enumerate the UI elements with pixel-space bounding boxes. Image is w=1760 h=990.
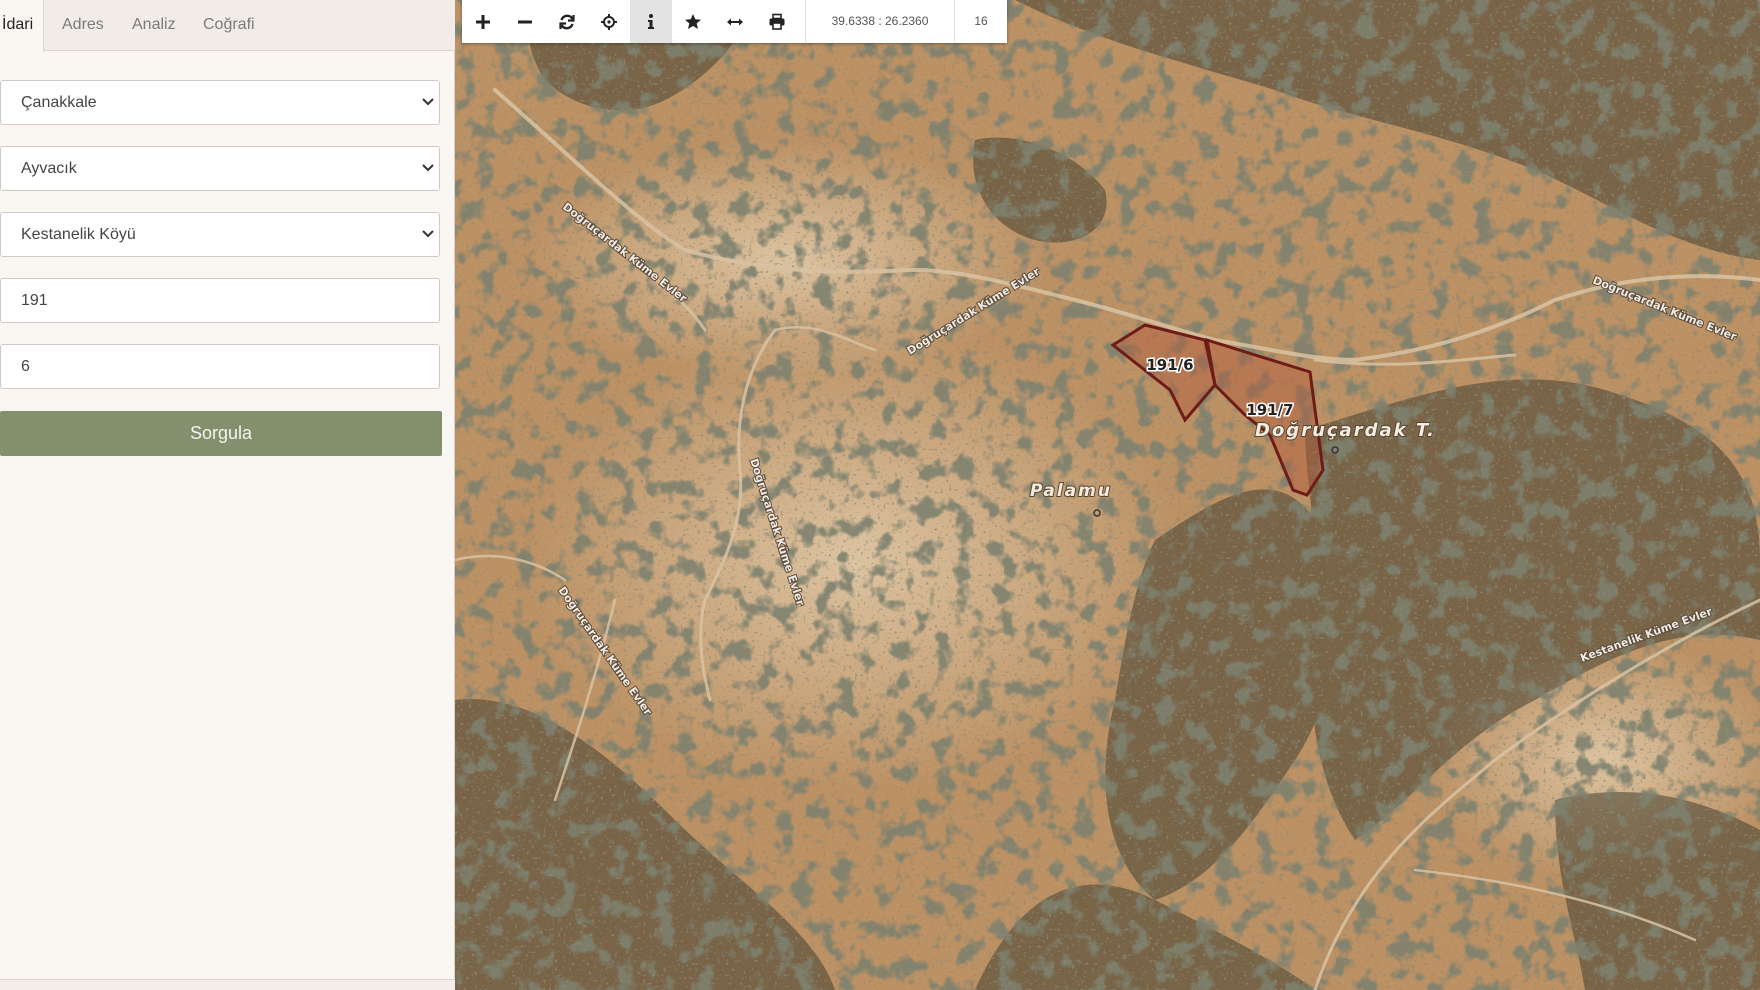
info-button[interactable]	[630, 0, 672, 43]
bookmark-button[interactable]	[672, 0, 714, 43]
query-button[interactable]: Sorgula	[0, 411, 442, 456]
peak-label: Doğruçardak T.	[1255, 420, 1436, 441]
tab-cografi[interactable]: Coğrafi	[203, 0, 255, 51]
place-label: Palamu	[1030, 481, 1112, 501]
star-icon	[685, 13, 701, 29]
chevron-down-icon	[422, 98, 434, 106]
chevron-down-icon	[422, 164, 434, 172]
print-button[interactable]	[756, 0, 798, 43]
zoom-in-button[interactable]	[462, 0, 504, 43]
chevron-down-icon	[422, 230, 434, 238]
tab-idari[interactable]: İdari	[0, 0, 45, 52]
info-icon	[648, 13, 654, 29]
satellite-map[interactable]: 191/6 191/7 Doğruçardak T. Palamu Doğruç…	[455, 0, 1760, 990]
block-input[interactable]: 191	[0, 278, 440, 323]
refresh-button[interactable]	[546, 0, 588, 43]
district-select[interactable]: Ayvacık	[0, 146, 440, 191]
tab-analiz[interactable]: Analiz	[132, 0, 176, 51]
parcel-label-191-7: 191/7	[1246, 401, 1293, 419]
tab-adres[interactable]: Adres	[62, 0, 104, 51]
province-value: Çanakkale	[21, 94, 97, 111]
parcel-input[interactable]: 6	[0, 344, 440, 389]
district-value: Ayvacık	[21, 160, 77, 177]
block-value: 191	[21, 292, 48, 309]
panel-footer	[0, 979, 455, 990]
query-panel: İdari Adres Analiz Coğrafi Çanakkale Ayv…	[0, 0, 455, 990]
locate-button[interactable]	[588, 0, 630, 43]
zoom-out-button[interactable]	[504, 0, 546, 43]
province-select[interactable]: Çanakkale	[0, 80, 440, 125]
zoom-in-icon	[476, 14, 490, 29]
map-canvas[interactable]: 191/6 191/7 Doğruçardak T. Palamu Doğruç…	[455, 0, 1760, 990]
measure-icon	[727, 18, 743, 25]
neighborhood-value: Kestanelik Köyü	[21, 226, 136, 243]
zoom-out-icon	[518, 20, 532, 23]
map-toolbar: 39.6338 : 26.2360 16	[462, 0, 1007, 43]
tab-bar: İdari Adres Analiz Coğrafi	[0, 0, 455, 52]
refresh-icon	[559, 14, 575, 29]
coordinate-readout: 39.6338 : 26.2360	[805, 0, 955, 43]
neighborhood-select[interactable]: Kestanelik Köyü	[0, 212, 440, 257]
parcel-label-191-6: 191/6	[1146, 356, 1193, 374]
zoom-level-readout: 16	[974, 14, 988, 28]
print-icon	[769, 13, 785, 30]
measure-button[interactable]	[714, 0, 756, 43]
locate-icon	[601, 13, 617, 30]
parcel-value: 6	[21, 358, 30, 375]
